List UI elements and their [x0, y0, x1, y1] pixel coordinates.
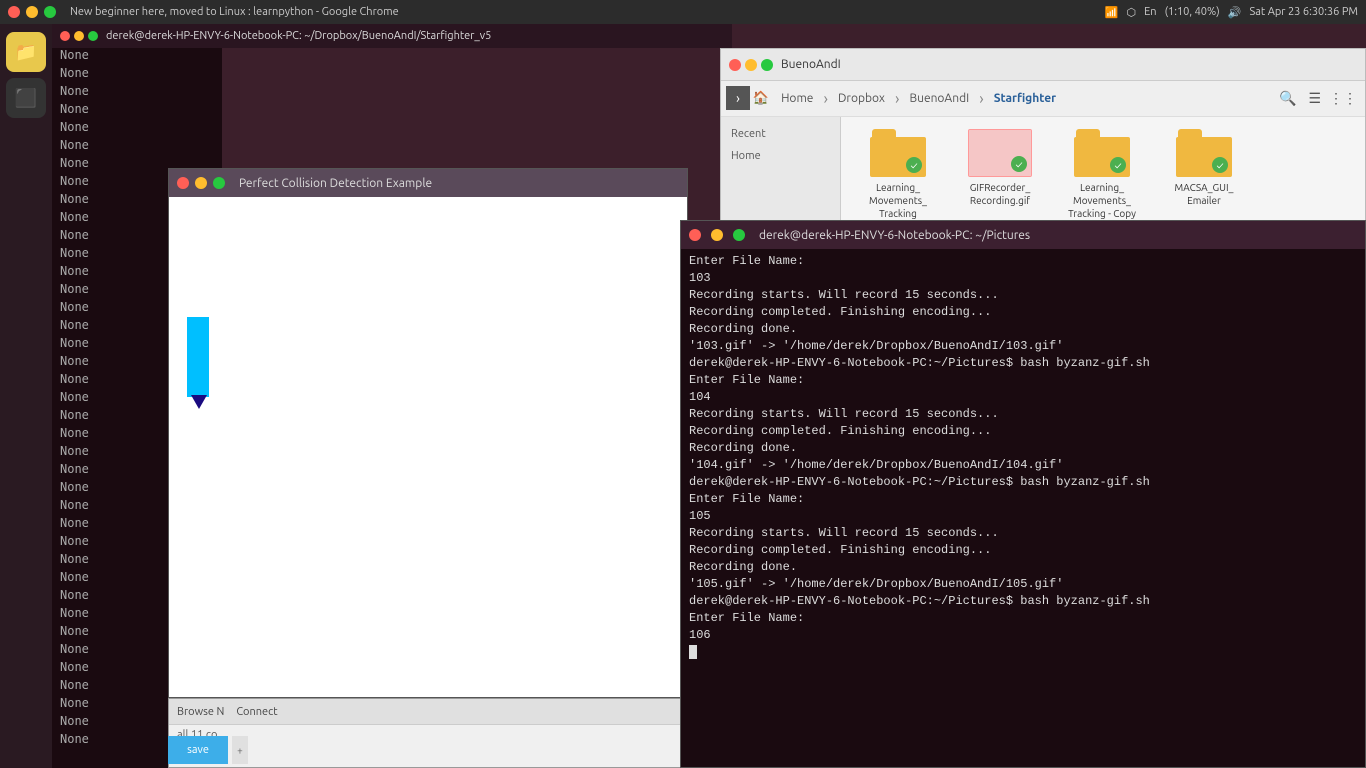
breadcrumb: ‹ › 🏠 Home › Dropbox › BuenoAndI › Starf…	[721, 81, 1365, 117]
terminal-line: Enter File Name:	[689, 372, 1357, 389]
search-icon[interactable]: 🔍	[1279, 90, 1296, 107]
sidebar-item-recent[interactable]: Recent	[725, 125, 836, 143]
terminal-input-line[interactable]	[689, 644, 1357, 661]
terminal-content[interactable]: Enter File Name: 103 Recording starts. W…	[681, 249, 1365, 767]
sidebar-item-home[interactable]: Home	[725, 147, 836, 165]
terminal-line: Enter File Name:	[689, 610, 1357, 627]
folder-icon: ✓	[1074, 129, 1130, 177]
terminal-line: 104	[689, 389, 1357, 406]
save-button[interactable]: save	[168, 736, 228, 764]
bluetooth-icon: ⬡	[1127, 6, 1137, 19]
terminal-line: derek@derek-HP-ENVY-6-Notebook-PC:~/Pict…	[689, 474, 1357, 491]
terminal-line: Recording done.	[689, 321, 1357, 338]
terminal-line: Recording starts. Will record 15 seconds…	[689, 525, 1357, 542]
nav-expand-arrow[interactable]: ›	[726, 86, 750, 110]
breadcrumb-home[interactable]: Home	[775, 90, 819, 107]
terminal-line: Recording completed. Finishing encoding.…	[689, 542, 1357, 559]
list-item[interactable]: ✓ MACSA_GUI_Emailer	[1159, 129, 1249, 220]
system-bar-left: New beginner here, moved to Linux : lear…	[8, 6, 399, 18]
breadcrumb-buenoandi[interactable]: BuenoAndI	[903, 90, 975, 107]
volume-icon: 🔊	[1228, 6, 1242, 19]
fm-min-btn[interactable]	[745, 59, 757, 71]
launcher-icon-terminal[interactable]: ⬛	[6, 78, 46, 118]
list-item[interactable]: ✓ GIFRecorder_Recording.gif	[955, 129, 1045, 220]
fm-close-btn[interactable]	[729, 59, 741, 71]
terminal-line: '105.gif' -> '/home/derek/Dropbox/BuenoA…	[689, 576, 1357, 593]
file-name: MACSA_GUI_Emailer	[1175, 181, 1234, 207]
system-bar-right: 📶 ⬡ En (1:10, 40%) 🔊 Sat Apr 23 6:30:36 …	[1105, 6, 1358, 19]
file-name: Learning_Movements_Tracking	[869, 181, 927, 220]
terminal-max-btn[interactable]	[733, 229, 745, 241]
terminal-line: Recording starts. Will record 15 seconds…	[689, 287, 1357, 304]
game-win-min[interactable]	[195, 177, 207, 189]
game-player-rect	[187, 317, 209, 397]
breadcrumb-starfighter[interactable]: Starfighter	[988, 90, 1062, 107]
terminal-line: Recording completed. Finishing encoding.…	[689, 304, 1357, 321]
game-win-close[interactable]	[177, 177, 189, 189]
folder-icon: ✓	[1176, 129, 1232, 177]
keyboard-lang: En	[1144, 6, 1156, 18]
breadcrumb-dropbox[interactable]: Dropbox	[832, 90, 891, 107]
left-terminal-taskbar: derek@derek-HP-ENVY-6-Notebook-PC: ~/Dro…	[52, 24, 732, 48]
file-manager-title: BuenoAndI	[781, 58, 841, 71]
launcher-icon-files[interactable]: 📁	[6, 32, 46, 72]
chrome-min-btn[interactable]	[26, 6, 38, 18]
left-terminal-min[interactable]	[74, 31, 84, 41]
list-item[interactable]: ✓ Learning_Movements_Tracking - Copy	[1057, 129, 1147, 220]
folder-icon: ✓	[870, 129, 926, 177]
battery-status: (1:10, 40%)	[1165, 6, 1220, 18]
chrome-title: New beginner here, moved to Linux : lear…	[70, 6, 399, 18]
game-window: Perfect Collision Detection Example	[168, 168, 688, 698]
main-terminal-titlebar: derek@derek-HP-ENVY-6-Notebook-PC: ~/Pic…	[681, 221, 1365, 249]
terminal-line: Recording completed. Finishing encoding.…	[689, 423, 1357, 440]
system-bar: New beginner here, moved to Linux : lear…	[0, 0, 1366, 24]
chrome-close-btn[interactable]	[8, 6, 20, 18]
game-window-titlebar: Perfect Collision Detection Example	[169, 169, 687, 197]
terminal-cursor	[689, 645, 697, 659]
main-terminal-window[interactable]: derek@derek-HP-ENVY-6-Notebook-PC: ~/Pic…	[680, 220, 1366, 768]
terminal-line: Enter File Name:	[689, 253, 1357, 270]
gif-folder-icon: ✓	[968, 129, 1032, 177]
network-icon: 📶	[1105, 6, 1119, 19]
list-view-icon[interactable]: ⋮⋮	[1329, 90, 1357, 107]
game-arrow	[191, 395, 207, 409]
terminal-line: Recording done.	[689, 440, 1357, 457]
terminal-close-btn[interactable]	[689, 229, 701, 241]
terminal-line: derek@derek-HP-ENVY-6-Notebook-PC:~/Pict…	[689, 355, 1357, 372]
game-win-max[interactable]	[213, 177, 225, 189]
terminal-line: Recording starts. Will record 15 seconds…	[689, 406, 1357, 423]
game-window-title: Perfect Collision Detection Example	[239, 177, 432, 190]
terminal-min-btn[interactable]	[711, 229, 723, 241]
fm-max-btn[interactable]	[761, 59, 773, 71]
terminal-line: 103	[689, 270, 1357, 287]
main-terminal-title: derek@derek-HP-ENVY-6-Notebook-PC: ~/Pic…	[759, 229, 1030, 242]
left-terminal-title: derek@derek-HP-ENVY-6-Notebook-PC: ~/Dro…	[106, 30, 491, 42]
home-icon: 🏠	[753, 91, 769, 106]
terminal-line: Enter File Name:	[689, 491, 1357, 508]
terminal-line: Recording done.	[689, 559, 1357, 576]
left-terminal-max[interactable]	[88, 31, 98, 41]
terminal-line: derek@derek-HP-ENVY-6-Notebook-PC:~/Pict…	[689, 593, 1357, 610]
game-bottom-toolbar: Browse N Connect	[169, 699, 687, 725]
chrome-max-btn[interactable]	[44, 6, 56, 18]
terminal-line: '104.gif' -> '/home/derek/Dropbox/BuenoA…	[689, 457, 1357, 474]
browse-label[interactable]: Browse N	[177, 706, 224, 718]
expand-button[interactable]: +	[232, 736, 248, 764]
file-name: GIFRecorder_Recording.gif	[970, 181, 1031, 207]
game-canvas	[169, 197, 687, 697]
file-name: Learning_Movements_Tracking - Copy	[1068, 181, 1136, 220]
terminal-line: '103.gif' -> '/home/derek/Dropbox/BuenoA…	[689, 338, 1357, 355]
file-manager-titlebar: BuenoAndI	[721, 49, 1365, 81]
unity-launcher: 📁 ⬛	[0, 24, 52, 768]
left-terminal-close[interactable]	[60, 31, 70, 41]
list-item[interactable]: ✓ Learning_Movements_Tracking	[853, 129, 943, 220]
datetime: Sat Apr 23 6:30:36 PM	[1249, 6, 1358, 18]
terminal-line: 106	[689, 627, 1357, 644]
menu-icon[interactable]: ☰	[1308, 90, 1321, 107]
terminal-line: 105	[689, 508, 1357, 525]
connect-label[interactable]: Connect	[236, 706, 277, 718]
